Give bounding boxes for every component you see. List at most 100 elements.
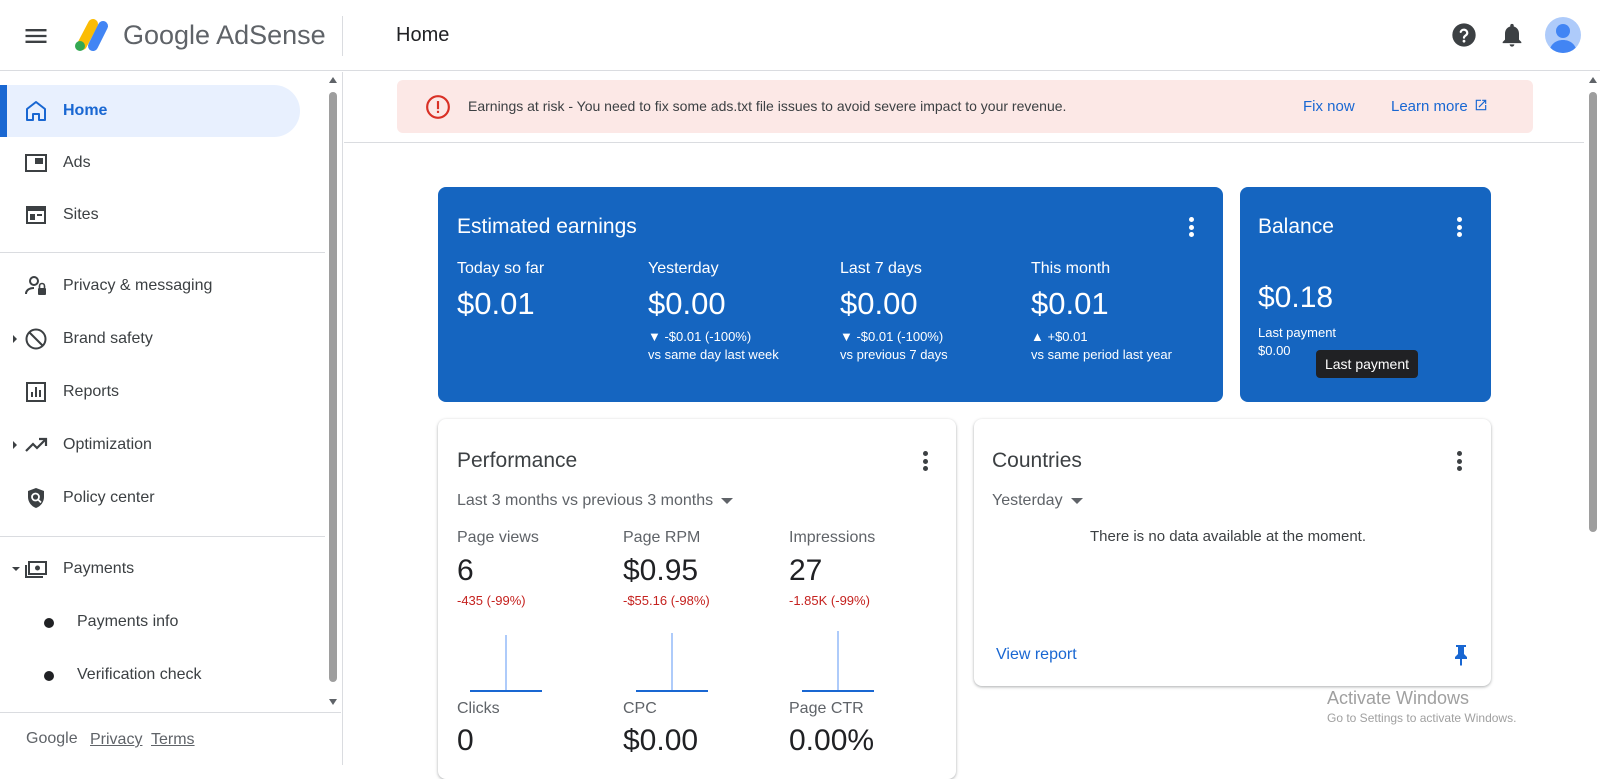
metric-label: CPC [623, 700, 657, 717]
metric-value: 0 [457, 724, 474, 757]
sidebar-item-optimization[interactable]: Optimization [0, 419, 300, 471]
arrow-drop-down-icon [721, 497, 734, 504]
sidebar: Home Ads Sites Privacy & messaging Brand… [0, 72, 343, 765]
caret-right-icon [11, 334, 19, 344]
metric-label: Impressions [789, 529, 876, 546]
payments-icon [24, 557, 48, 581]
more-vert-icon[interactable] [1189, 217, 1195, 237]
more-vert-icon[interactable] [923, 451, 929, 471]
earnings-alert-banner: Earnings at risk - You need to fix some … [397, 80, 1533, 133]
card-title: Balance [1258, 215, 1334, 238]
view-report-link[interactable]: View report [996, 646, 1077, 664]
main-scrollbar-thumb[interactable] [1589, 92, 1597, 532]
sidebar-footer: Google Privacy Terms [0, 712, 341, 765]
privacy-link[interactable]: Privacy [90, 731, 142, 749]
metric-change: -435 (-99%) [457, 593, 526, 608]
adsense-logo-icon [72, 17, 112, 53]
metric-value: 27 [789, 554, 823, 587]
date-range-dropdown[interactable]: Last 3 months vs previous 3 months [457, 492, 734, 510]
sidebar-item-home[interactable]: Home [0, 85, 300, 137]
open-in-new-icon[interactable] [1474, 98, 1488, 112]
terms-link[interactable]: Terms [151, 731, 195, 749]
metric-change: ▼ -$0.01 (-100%) [648, 329, 752, 344]
fix-now-link[interactable]: Fix now [1303, 98, 1355, 115]
sites-icon [24, 203, 48, 227]
account-avatar[interactable] [1545, 17, 1581, 53]
metric-value: $0.00 [648, 286, 726, 321]
learn-more-link[interactable]: Learn more [1391, 98, 1468, 115]
more-vert-icon[interactable] [1457, 451, 1463, 471]
sidebar-item-label: Privacy & messaging [63, 277, 213, 294]
sidebar-scrollbar-thumb[interactable] [329, 92, 337, 682]
sparkline-page-rpm [636, 633, 708, 692]
more-vert-icon[interactable] [1457, 217, 1463, 237]
sidebar-item-label: Brand safety [63, 330, 153, 347]
ads-icon [24, 151, 48, 175]
page-title: Home [396, 24, 450, 46]
metric-value: $0.00 [840, 286, 918, 321]
sidebar-item-payments[interactable]: Payments [0, 543, 300, 595]
metric-value: $0.95 [623, 554, 699, 587]
metric-label: Yesterday [648, 260, 719, 277]
card-title: Performance [457, 449, 578, 472]
sidebar-subitem-label: Payments info [77, 613, 179, 630]
last-payment-value: $0.00 [1258, 343, 1291, 358]
date-range-value: Last 3 months vs previous 3 months [457, 492, 714, 509]
sidebar-item-policy-center[interactable]: Policy center [0, 472, 300, 524]
estimated-earnings-card: Estimated earnings Today so far $0.01 Ye… [438, 187, 1223, 402]
scroll-down-arrow-icon[interactable] [328, 698, 338, 706]
metric-label: Last 7 days [840, 260, 922, 277]
alert-message: Earnings at risk - You need to fix some … [468, 98, 1067, 114]
sidebar-item-label: Ads [63, 154, 91, 171]
caret-down-icon [11, 565, 21, 573]
pin-icon[interactable] [1451, 644, 1471, 666]
bullet-icon [44, 671, 54, 681]
scroll-up-arrow-icon[interactable] [328, 76, 338, 84]
sidebar-item-privacy[interactable]: Privacy & messaging [0, 260, 300, 312]
top-app-bar: Google AdSense Home [0, 0, 1600, 71]
activate-windows-subtitle: Go to Settings to activate Windows. [1327, 711, 1517, 725]
sidebar-subitem-verification-check[interactable]: Verification check [0, 649, 300, 701]
countries-card: Countries Yesterday There is no data ava… [974, 419, 1491, 686]
trending-icon [24, 433, 48, 457]
metric-label: Today so far [457, 260, 545, 277]
sidebar-item-label: Payments [63, 560, 135, 577]
notifications-icon[interactable] [1498, 21, 1526, 49]
sidebar-item-sites[interactable]: Sites [0, 189, 300, 241]
sidebar-item-ads[interactable]: Ads [0, 137, 300, 189]
last-payment-label[interactable]: Last payment [1258, 324, 1336, 342]
sidebar-item-reports[interactable]: Reports [0, 366, 300, 418]
block-icon [24, 327, 48, 351]
menu-icon[interactable] [22, 22, 50, 50]
error-icon [425, 94, 451, 120]
help-icon[interactable] [1450, 21, 1478, 49]
metric-label: This month [1031, 260, 1111, 277]
content-divider [344, 142, 1584, 143]
sidebar-subitem-payments-info[interactable]: Payments info [0, 596, 300, 648]
metric-compare: vs same day last week [648, 347, 779, 362]
brand-title: Google AdSense [123, 20, 326, 50]
sidebar-item-label: Home [63, 102, 108, 119]
bullet-icon [44, 618, 54, 628]
metric-value: $0.01 [457, 286, 535, 321]
footer-google: Google [26, 730, 78, 747]
sidebar-item-brand-safety[interactable]: Brand safety [0, 313, 300, 365]
sidebar-subitem-label: Verification check [77, 666, 202, 683]
policy-icon [24, 486, 48, 510]
activate-windows-title: Activate Windows [1327, 688, 1470, 708]
metric-compare: vs previous 7 days [840, 347, 948, 362]
sidebar-divider [0, 536, 325, 537]
card-title: Countries [992, 449, 1082, 472]
date-range-value: Yesterday [992, 492, 1063, 509]
metric-change: -$55.16 (-98%) [623, 593, 710, 608]
arrow-drop-down-icon [1070, 497, 1083, 504]
scroll-up-arrow-icon[interactable] [1588, 76, 1598, 84]
metric-label: Clicks [457, 700, 500, 717]
sidebar-item-label: Reports [63, 383, 120, 400]
last-payment-tooltip: Last payment [1316, 350, 1418, 378]
sparkline-impressions [802, 631, 874, 692]
date-range-dropdown[interactable]: Yesterday [992, 492, 1083, 510]
sidebar-item-label: Policy center [63, 489, 155, 506]
metric-value: 0.00% [789, 724, 875, 757]
privacy-icon [24, 274, 48, 298]
